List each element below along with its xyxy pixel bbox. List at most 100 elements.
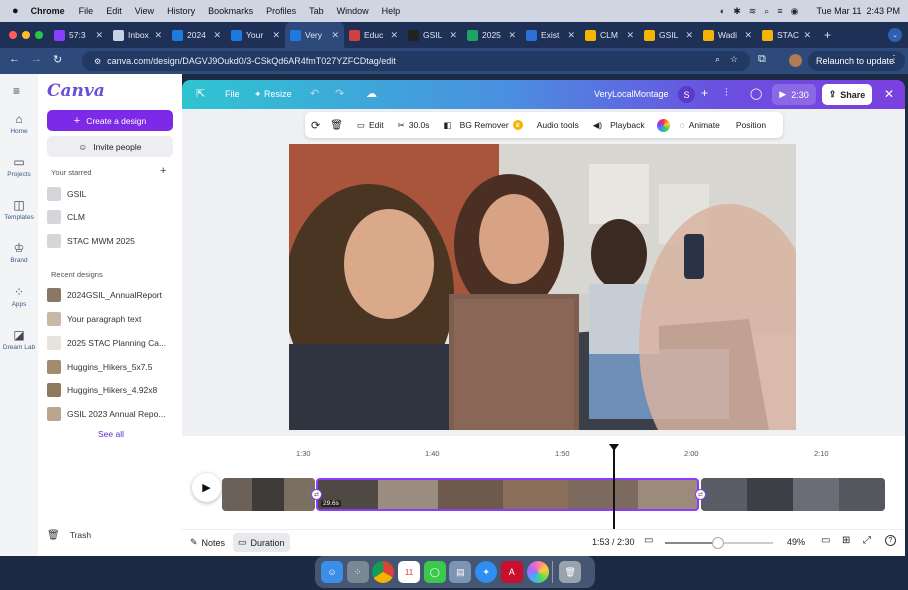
recent-design[interactable]: Huggins_Hikers_5x7.5 — [47, 357, 153, 377]
menu-view[interactable]: View — [135, 6, 154, 16]
recent-design[interactable]: Huggins_Hikers_4.92x8 — [47, 380, 157, 400]
browser-tab[interactable]: 57:3 ✕ — [49, 22, 108, 48]
browser-tab[interactable]: Educ ✕ — [344, 22, 403, 48]
tab-close-icon[interactable]: ✕ — [803, 30, 811, 41]
add-starred-icon[interactable]: + — [160, 165, 166, 177]
messages-icon[interactable]: ◯ — [423, 561, 446, 583]
file-menu[interactable]: File — [225, 89, 240, 99]
browser-tab[interactable]: Exist ✕ — [521, 22, 580, 48]
cloud-save-icon[interactable]: ☁ — [366, 87, 377, 100]
collaborator-avatar[interactable]: S — [678, 86, 695, 103]
photos-icon[interactable] — [526, 561, 549, 583]
menu-help[interactable]: Help — [382, 6, 401, 16]
nav-home[interactable]: ⌂ Home — [0, 112, 38, 135]
open-external-icon[interactable]: ⇱ — [196, 87, 205, 100]
new-tab-button[interactable]: + — [824, 28, 831, 42]
forward-button[interactable]: → — [31, 53, 42, 65]
status-icons[interactable]: ◐✱≋⌕≡◉ — [720, 6, 807, 17]
create-design-button[interactable]: + Create a design — [47, 110, 173, 131]
starred-item-gsil[interactable]: GSIL — [47, 184, 86, 204]
menubar-app-name[interactable]: Chrome — [31, 6, 65, 16]
extensions-icon[interactable]: ⧉ — [758, 53, 766, 66]
acrobat-icon[interactable]: A — [500, 561, 523, 583]
preview-icon[interactable]: ▤ — [449, 561, 472, 583]
starred-item-stac[interactable]: STAC MWM 2025 — [47, 231, 135, 251]
nav-projects[interactable]: ▭ Projects — [0, 155, 38, 178]
menu-window[interactable]: Window — [337, 6, 369, 16]
recent-design[interactable]: 2024GSIL_AnnualReport — [47, 285, 162, 305]
address-bar[interactable]: ⚙ canva.com/design/DAGVJ9Oukd0/3-CSkQd6A… — [82, 51, 750, 71]
minimize-window-button[interactable] — [22, 31, 30, 39]
close-editor-icon[interactable]: ✕ — [884, 87, 894, 101]
menu-profiles[interactable]: Profiles — [266, 6, 296, 16]
tab-close-icon[interactable]: ✕ — [95, 30, 103, 41]
launchpad-icon[interactable]: ⁘ — [346, 561, 369, 583]
menubar-datetime[interactable]: Tue Mar 11 2:43 PM — [816, 6, 900, 16]
present-play-button[interactable]: ▶ 2:30 — [772, 84, 816, 105]
insights-icon[interactable]: ⫶ — [725, 87, 728, 100]
menu-bookmarks[interactable]: Bookmarks — [208, 6, 253, 16]
resize-button[interactable]: ✦ Resize — [254, 89, 292, 100]
design-title[interactable]: VeryLocalMontage — [594, 89, 669, 99]
chrome-icon[interactable] — [372, 561, 395, 583]
browser-tab[interactable]: Very ✕ — [285, 22, 344, 48]
add-collaborator-icon[interactable]: + — [701, 86, 708, 100]
recent-design[interactable]: GSIL 2023 Annual Repo... — [47, 404, 165, 424]
share-button[interactable]: ⇪ Share — [822, 84, 872, 105]
url-text[interactable]: canva.com/design/DAGVJ9Oukd0/3-CSkQd6AR4… — [107, 56, 396, 66]
trim-button[interactable]: ✂ 30.0s — [398, 120, 430, 131]
bookmark-star-icon[interactable]: ☆ — [730, 54, 738, 65]
back-button[interactable]: ← — [9, 53, 20, 65]
page-view-icon[interactable]: ▭ — [821, 535, 830, 546]
timeline-clip-selected[interactable]: 29.6s — [316, 478, 699, 511]
zoom-slider[interactable] — [665, 537, 773, 549]
comments-icon[interactable]: ◯ — [750, 87, 762, 100]
tab-close-icon[interactable]: ✕ — [154, 30, 162, 41]
trash-icon[interactable]: 🗑 — [559, 561, 582, 583]
animate-button[interactable]: ◌ Animate — [680, 120, 720, 130]
tab-close-icon[interactable]: ✕ — [449, 30, 457, 41]
browser-tab[interactable]: STAC ✕ — [757, 22, 816, 48]
finder-icon[interactable]: ☺ — [321, 561, 343, 583]
invite-people-button[interactable]: ☺ Invite people — [47, 136, 173, 157]
recent-design[interactable]: Your paragraph text — [47, 309, 141, 329]
menu-file[interactable]: File — [79, 6, 94, 16]
playback-button[interactable]: ◀) Playback — [593, 120, 645, 131]
transition-icon[interactable]: ⇄ — [695, 489, 706, 500]
see-all-link[interactable]: See all — [98, 429, 124, 439]
tab-close-icon[interactable]: ✕ — [744, 30, 752, 41]
site-settings-icon[interactable]: ⚙ — [94, 57, 101, 66]
menu-edit[interactable]: Edit — [106, 6, 122, 16]
reload-button[interactable]: ↻ — [53, 53, 62, 66]
tab-close-icon[interactable]: ✕ — [685, 30, 693, 41]
timeline-play-button[interactable]: ▶ — [192, 473, 221, 502]
nav-templates[interactable]: ◫ Templates — [0, 198, 38, 221]
grid-view-icon[interactable]: ⊞ — [842, 535, 850, 546]
canva-logo[interactable]: Canva — [47, 81, 105, 101]
timeline-clip-previous[interactable] — [222, 478, 315, 511]
zoom-percent[interactable]: 49% — [787, 537, 805, 547]
tab-close-icon[interactable]: ✕ — [390, 30, 398, 41]
undo-icon[interactable]: ↶ — [310, 87, 319, 100]
edit-button[interactable]: ▭ Edit — [357, 120, 384, 131]
menu-tab[interactable]: Tab — [309, 6, 324, 16]
transition-icon[interactable]: ⇄ — [311, 489, 322, 500]
nav-dream-lab[interactable]: ◪ Dream Lab — [0, 328, 38, 351]
browser-tab[interactable]: Inbox ✕ — [108, 22, 167, 48]
hamburger-menu-icon[interactable]: ≡ — [13, 84, 20, 98]
browser-tab[interactable]: 2025 ✕ — [462, 22, 521, 48]
zoom-slider-knob[interactable] — [711, 537, 724, 549]
browser-tab[interactable]: Wadi ✕ — [698, 22, 757, 48]
color-wheel-icon[interactable] — [656, 118, 670, 132]
video-frame[interactable] — [289, 144, 796, 430]
help-icon[interactable]: ? — [885, 535, 896, 546]
nav-brand[interactable]: ♔ Brand — [0, 241, 38, 264]
menu-history[interactable]: History — [167, 6, 195, 16]
zoom-window-button[interactable] — [35, 31, 43, 39]
bg-remover-button[interactable]: ◧ BG Remover ♛ — [444, 120, 523, 131]
position-button[interactable]: Position — [736, 120, 766, 130]
delete-icon[interactable]: 🗑 — [330, 120, 343, 131]
replace-icon[interactable]: ⟳ — [311, 119, 320, 132]
trash-item[interactable]: 🗑 Trash — [47, 525, 91, 545]
profile-avatar[interactable] — [789, 54, 802, 67]
